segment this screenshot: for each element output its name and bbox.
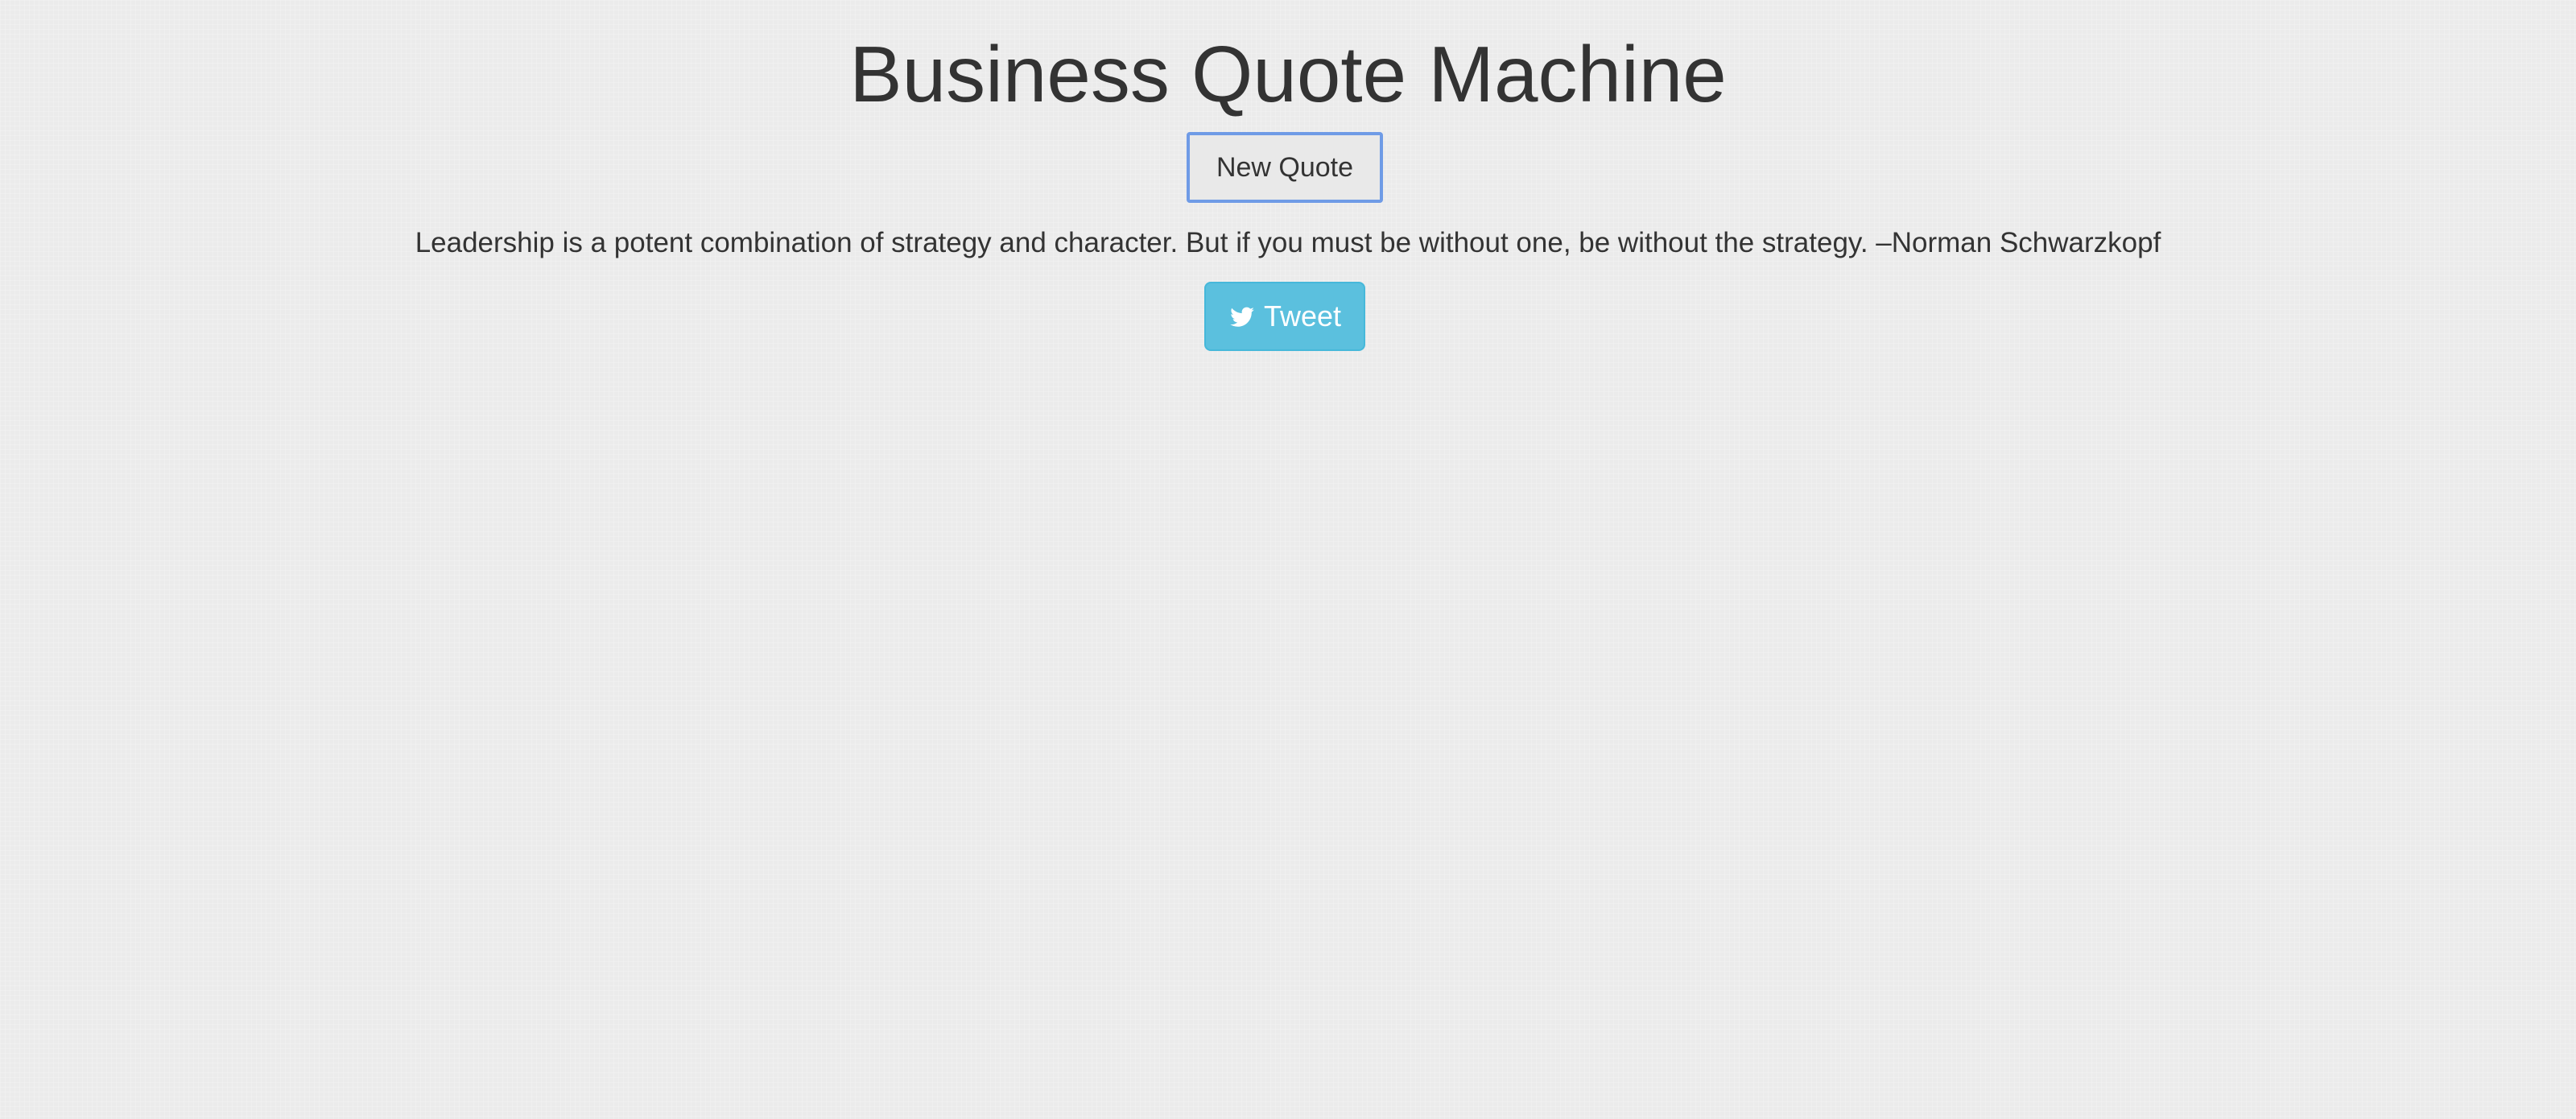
quote-machine-page: Business Quote Machine New Quote Leaders…	[0, 0, 2576, 1119]
quote-text: Leadership is a potent combination of st…	[415, 227, 2161, 258]
new-quote-button[interactable]: New Quote	[1187, 132, 1383, 203]
page-title: Business Quote Machine	[849, 30, 1727, 118]
tweet-button[interactable]: Tweet	[1204, 282, 1365, 351]
tweet-label: Tweet	[1263, 299, 1342, 332]
twitter-icon	[1228, 303, 1256, 330]
